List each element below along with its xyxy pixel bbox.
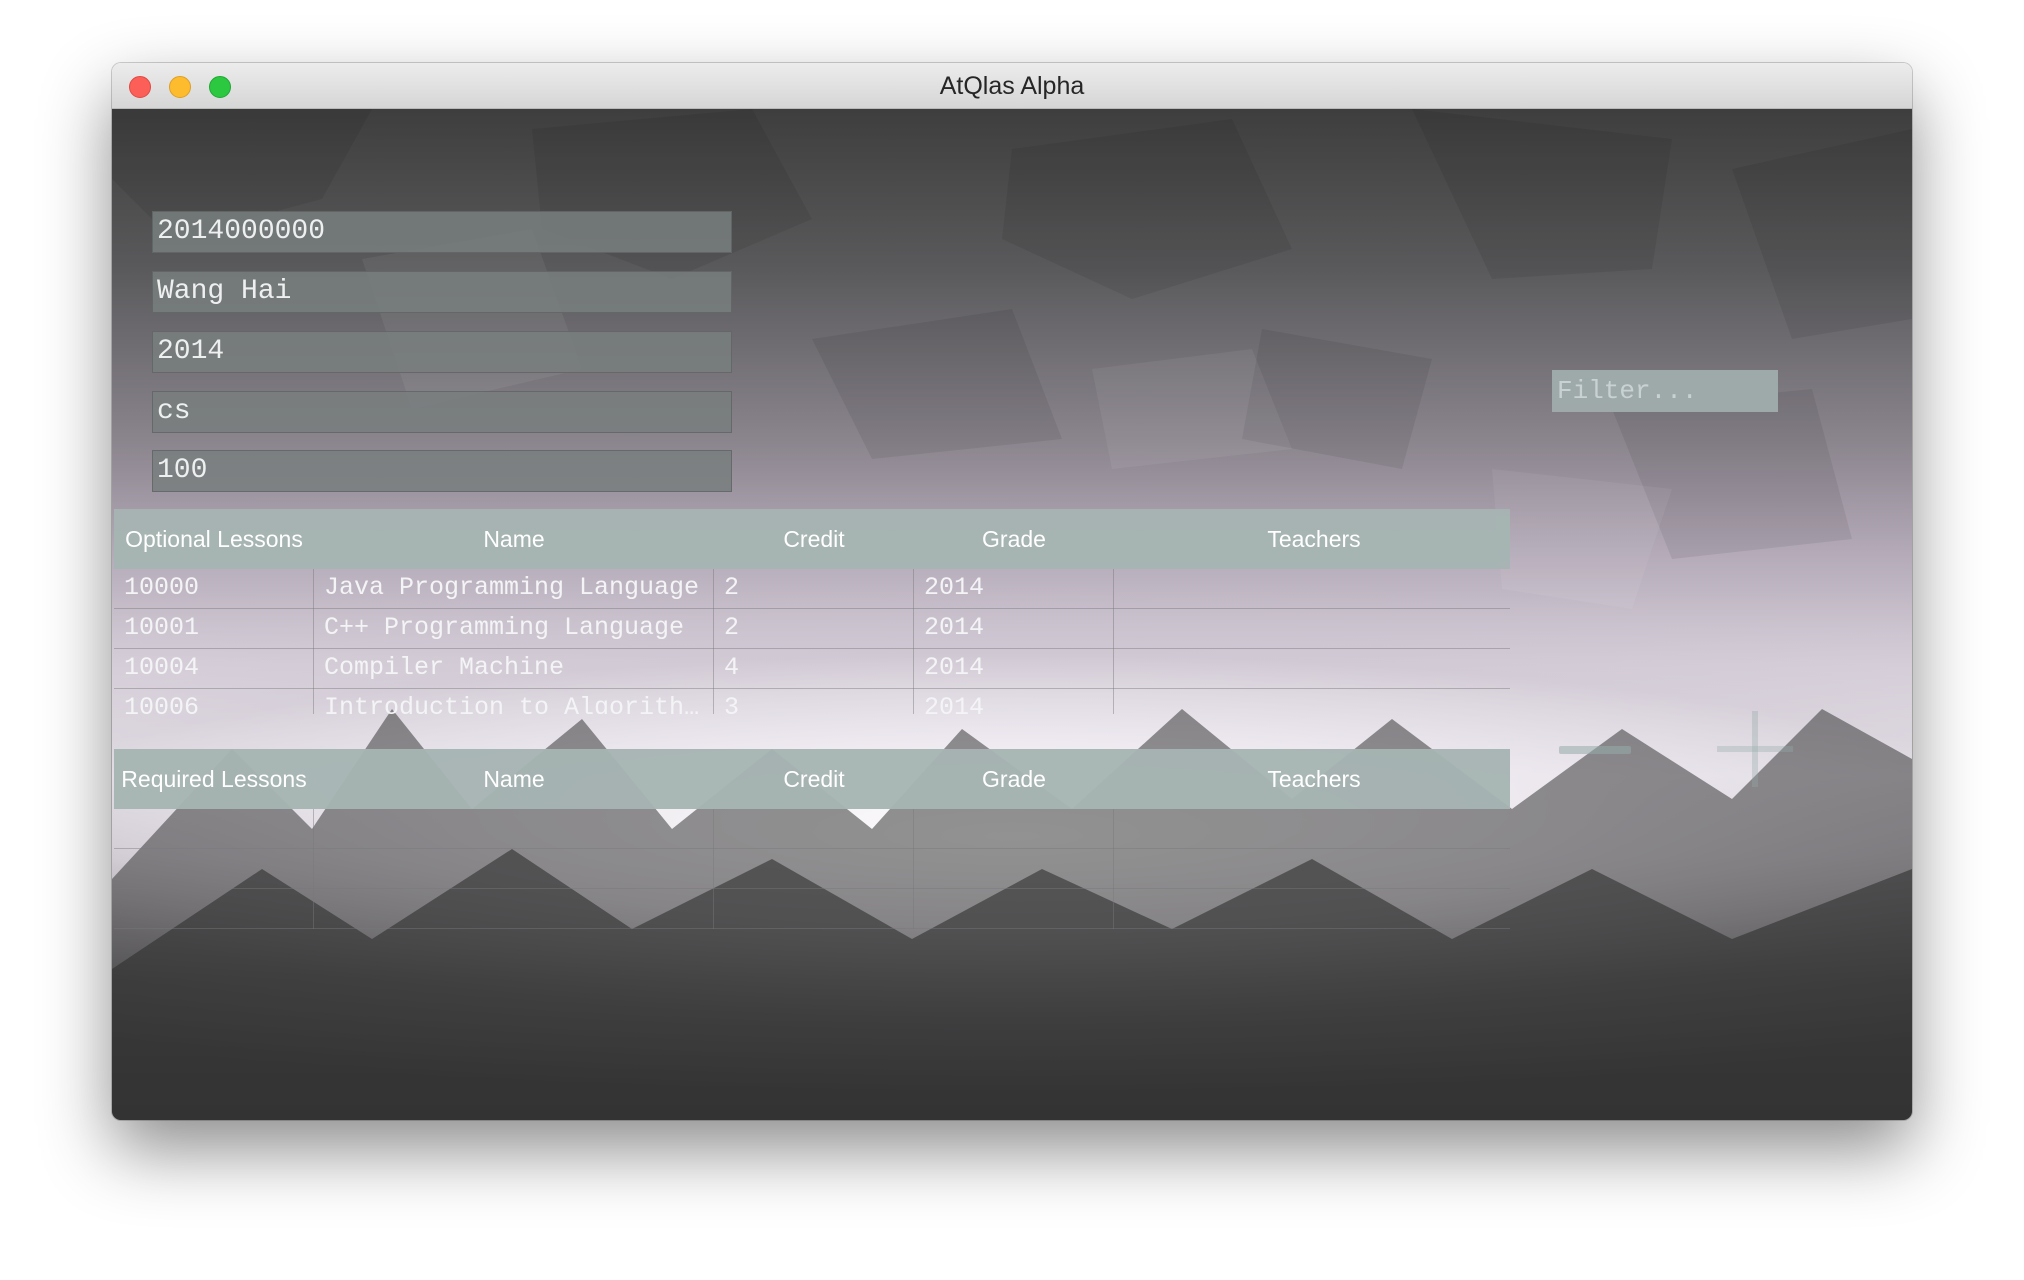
empty-cell: [114, 809, 314, 849]
lesson-teachers-cell: [1114, 649, 1510, 689]
lesson-teachers-cell: [1114, 689, 1510, 714]
lesson-name-cell: Java Programming Language: [314, 569, 714, 609]
column-header-optional-lessons[interactable]: Optional Lessons: [114, 509, 314, 569]
empty-cell: [914, 889, 1114, 929]
lesson-credit-cell: 2: [714, 609, 914, 649]
empty-cell: [714, 889, 914, 929]
lesson-name-cell: Compiler Machine: [314, 649, 714, 689]
empty-cell: [914, 809, 1114, 849]
student-name-field[interactable]: Wang Hai: [152, 271, 732, 313]
column-header-required-lessons[interactable]: Required Lessons: [114, 749, 314, 809]
column-header-name[interactable]: Name: [314, 509, 714, 569]
app-window: AtQlas Alpha 2014000000 Wang Hai 2014 cs…: [112, 63, 1912, 1120]
plus-icon-vertical-bar: [1752, 711, 1758, 787]
required-lessons-body: [114, 809, 1510, 944]
empty-cell: [914, 849, 1114, 889]
lesson-grade-cell: 2014: [914, 569, 1114, 609]
lesson-grade-cell: 2014: [914, 609, 1114, 649]
window-title: AtQlas Alpha: [939, 72, 1085, 100]
table-row[interactable]: 10004 Compiler Machine 4 2014: [114, 649, 1510, 689]
minus-icon[interactable]: [1559, 746, 1631, 754]
column-header-grade[interactable]: Grade: [914, 749, 1114, 809]
student-year-field[interactable]: 2014: [152, 331, 732, 373]
required-lessons-table: Required Lessons Name Credit Grade Teach…: [114, 749, 1510, 944]
lesson-credit-cell: 2: [714, 569, 914, 609]
empty-cell: [114, 849, 314, 889]
student-id-field[interactable]: 2014000000: [152, 211, 732, 253]
lesson-name-cell: Introduction to Algorithms: [314, 689, 714, 714]
table-row-empty: [114, 889, 1510, 929]
lesson-id-cell: 10000: [114, 569, 314, 609]
column-header-teachers[interactable]: Teachers: [1114, 509, 1514, 569]
student-score-field[interactable]: 100: [152, 450, 732, 492]
empty-cell: [1114, 889, 1510, 929]
column-header-grade[interactable]: Grade: [914, 509, 1114, 569]
column-header-credit[interactable]: Credit: [714, 749, 914, 809]
empty-cell: [1114, 809, 1510, 849]
lesson-credit-cell: 4: [714, 649, 914, 689]
lesson-id-cell: 10001: [114, 609, 314, 649]
empty-cell: [714, 849, 914, 889]
student-major-field[interactable]: cs: [152, 391, 732, 433]
lesson-id-cell: 10004: [114, 649, 314, 689]
lesson-teachers-cell: [1114, 609, 1510, 649]
lesson-grade-cell: 2014: [914, 649, 1114, 689]
title-bar[interactable]: AtQlas Alpha: [112, 63, 1912, 109]
empty-cell: [1114, 849, 1510, 889]
lesson-teachers-cell: [1114, 569, 1510, 609]
table-row[interactable]: 10001 C++ Programming Language 2 2014: [114, 609, 1510, 649]
filter-input[interactable]: Filter...: [1552, 370, 1778, 412]
empty-cell: [114, 889, 314, 929]
table-row[interactable]: 10006 Introduction to Algorithms 3 2014: [114, 689, 1510, 714]
empty-cell: [314, 889, 714, 929]
lesson-grade-cell: 2014: [914, 689, 1114, 714]
lesson-id-cell: 10006: [114, 689, 314, 714]
table-row[interactable]: 10000 Java Programming Language 2 2014: [114, 569, 1510, 609]
table-row-empty: [114, 849, 1510, 889]
optional-lessons-body: 10000 Java Programming Language 2 2014 1…: [114, 569, 1510, 714]
column-header-name[interactable]: Name: [314, 749, 714, 809]
column-header-teachers[interactable]: Teachers: [1114, 749, 1514, 809]
lesson-credit-cell: 3: [714, 689, 914, 714]
main-content: 2014000000 Wang Hai 2014 cs 100 Filter..…: [112, 109, 1912, 1120]
optional-lessons-table: Optional Lessons Name Credit Grade Teach…: [114, 509, 1510, 714]
empty-cell: [314, 849, 714, 889]
column-header-credit[interactable]: Credit: [714, 509, 914, 569]
table-row-empty: [114, 809, 1510, 849]
optional-lessons-header: Optional Lessons Name Credit Grade Teach…: [114, 509, 1510, 569]
lesson-name-cell: C++ Programming Language: [314, 609, 714, 649]
required-lessons-header: Required Lessons Name Credit Grade Teach…: [114, 749, 1510, 809]
empty-cell: [714, 809, 914, 849]
empty-cell: [314, 809, 714, 849]
